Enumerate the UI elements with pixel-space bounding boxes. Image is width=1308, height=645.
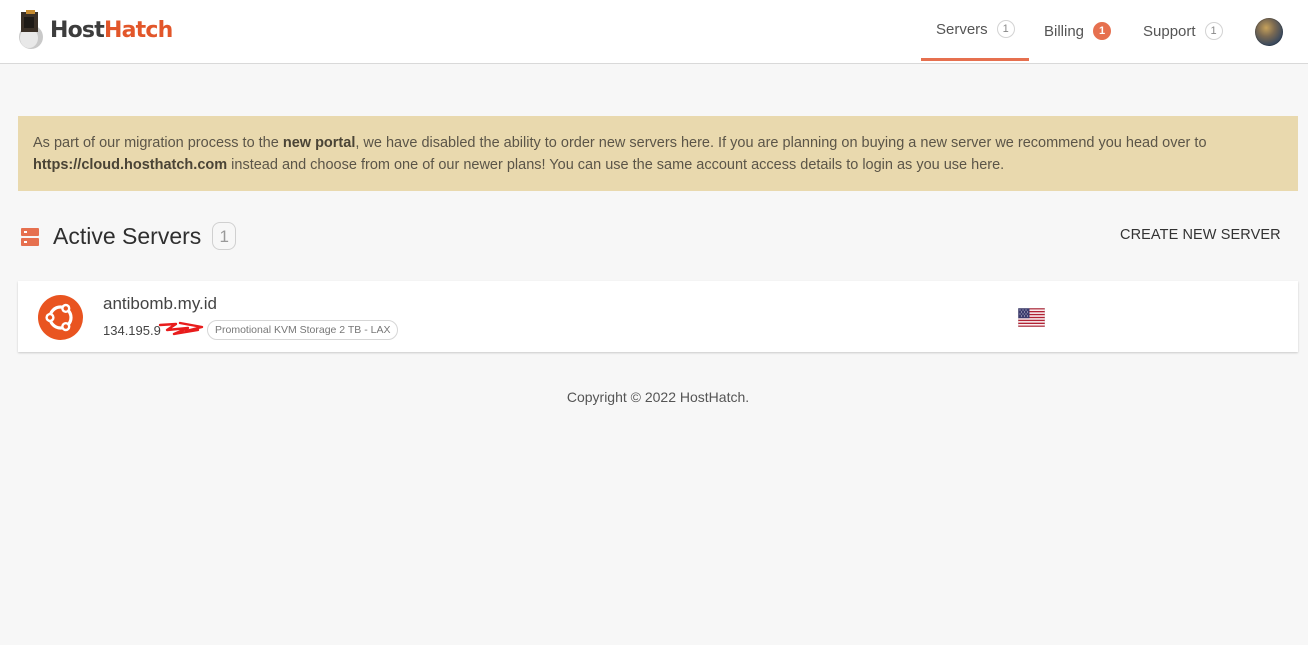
nav-billing-label: Billing: [1044, 22, 1085, 40]
hosthatch-logo[interactable]: HostHatch: [18, 10, 173, 50]
nav-support-count: 1: [1204, 22, 1223, 40]
section-title: Active Servers: [53, 222, 202, 249]
create-new-server-button[interactable]: CREATE NEW SERVER: [1120, 227, 1281, 243]
notice-new-portal: new portal: [282, 135, 356, 151]
notice-text-2: , we have disabled the ability to order …: [355, 135, 1207, 151]
top-navbar: HostHatch Servers 1 Billing 1 Support 1: [0, 0, 1308, 64]
server-stack-icon: [21, 228, 39, 246]
redaction-scribble-icon: [158, 321, 204, 336]
us-flag-icon: [1018, 308, 1045, 327]
active-servers-heading: Active Servers 1: [53, 222, 237, 250]
nav-servers-label: Servers: [936, 20, 988, 38]
nav-billing[interactable]: Billing 1: [1044, 0, 1112, 62]
nav-billing-count: 1: [1093, 22, 1112, 40]
nav-servers-count: 1: [996, 20, 1015, 38]
notice-cloud-url: https://cloud.hosthatch.com: [33, 157, 228, 173]
nav-support-label: Support: [1143, 22, 1196, 40]
server-ip: 134.195.9: [103, 323, 161, 338]
hosthatch-logo-icon: [19, 10, 43, 49]
migration-notice: As part of our migration process to the …: [18, 116, 1298, 191]
active-servers-count: 1: [212, 222, 237, 250]
server-row[interactable]: antibomb.my.id 134.195.9 Promotional KVM…: [18, 281, 1298, 352]
nav-support[interactable]: Support 1: [1143, 0, 1223, 62]
notice-text-1: As part of our migration process to the: [33, 135, 283, 151]
server-plan-badge: Promotional KVM Storage 2 TB - LAX: [207, 320, 399, 340]
logo-text: HostHatch: [50, 17, 173, 43]
nav-servers[interactable]: Servers 1: [921, 0, 1029, 61]
ubuntu-icon: [38, 295, 83, 340]
user-avatar[interactable]: [1255, 18, 1283, 46]
server-hostname[interactable]: antibomb.my.id: [103, 294, 217, 314]
notice-text-3: instead and choose from one of our newer…: [227, 157, 1005, 173]
footer-copyright: Copyright © 2022 HostHatch.: [566, 389, 750, 405]
